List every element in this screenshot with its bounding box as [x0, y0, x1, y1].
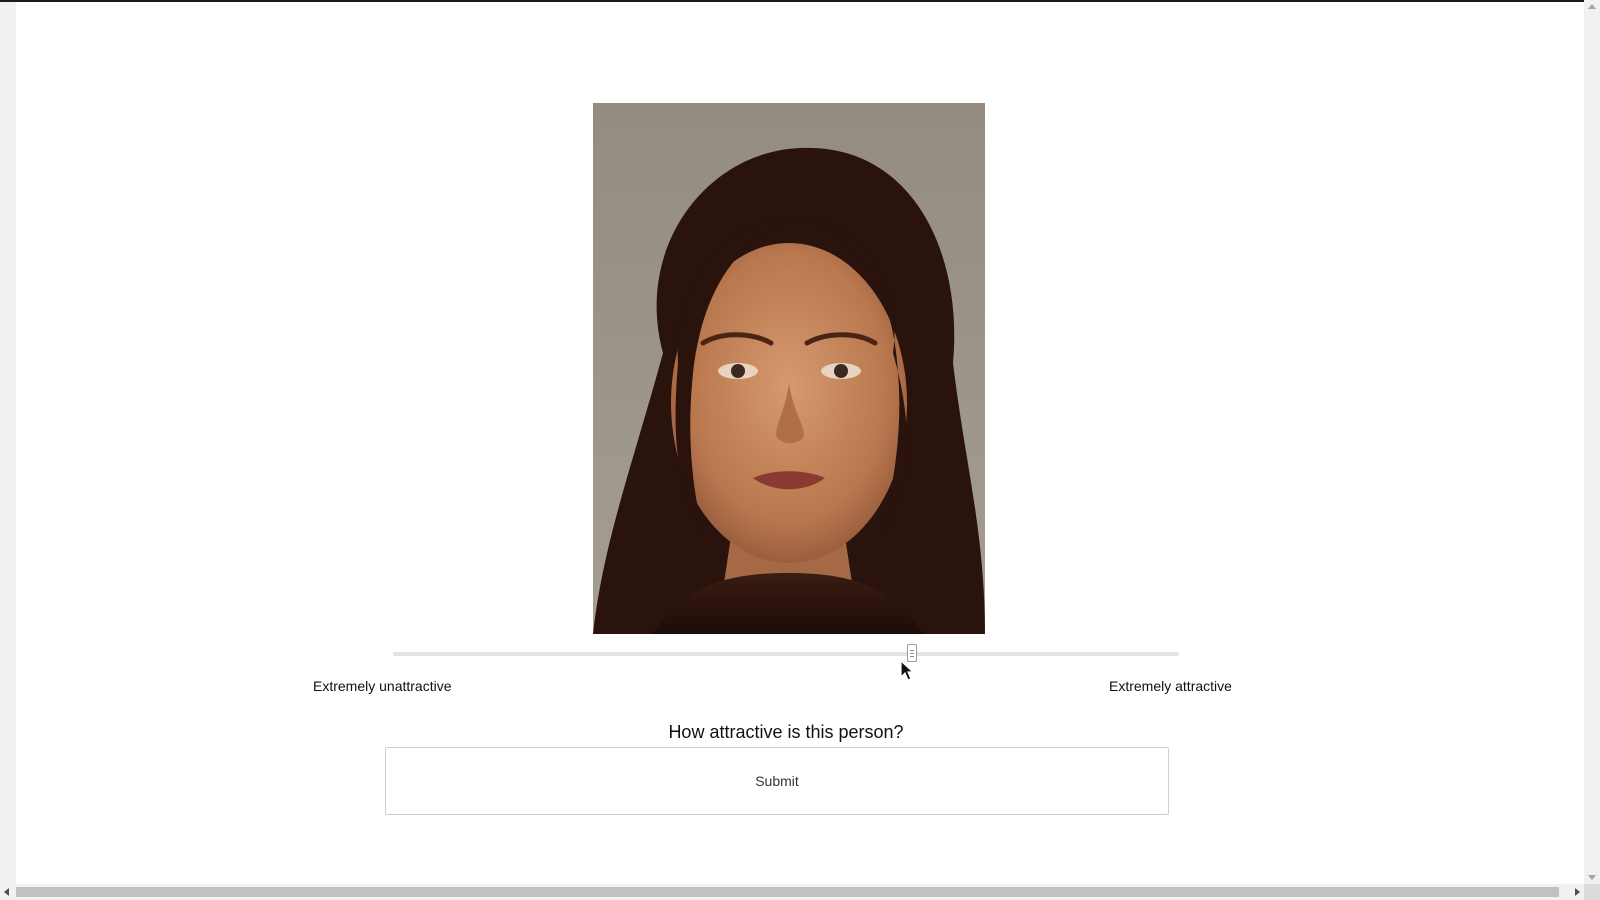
slider-track[interactable] — [393, 652, 1179, 656]
scrollbar-corner — [1584, 884, 1600, 900]
vertical-scrollbar[interactable] — [1584, 0, 1600, 884]
scroll-right-icon[interactable] — [1575, 888, 1580, 896]
scale-min-label: Extremely unattractive — [313, 678, 452, 694]
submit-button[interactable]: Submit — [385, 747, 1169, 815]
face-photo — [593, 103, 985, 634]
survey-page: Extremely unattractive Extremely attract… — [16, 2, 1584, 886]
face-photo-drawing — [593, 103, 985, 634]
rating-slider[interactable] — [393, 644, 1179, 666]
scroll-down-icon[interactable] — [1588, 875, 1596, 880]
mouse-pointer-icon — [900, 660, 915, 681]
horizontal-scroll-thumb[interactable] — [16, 887, 1559, 897]
scroll-up-icon[interactable] — [1588, 4, 1596, 9]
scroll-left-icon[interactable] — [4, 888, 9, 896]
browser-viewport: Extremely unattractive Extremely attract… — [0, 0, 1600, 900]
scale-max-label: Extremely attractive — [1109, 678, 1232, 694]
question-text: How attractive is this person? — [668, 722, 904, 742]
horizontal-scrollbar[interactable] — [0, 884, 1584, 900]
